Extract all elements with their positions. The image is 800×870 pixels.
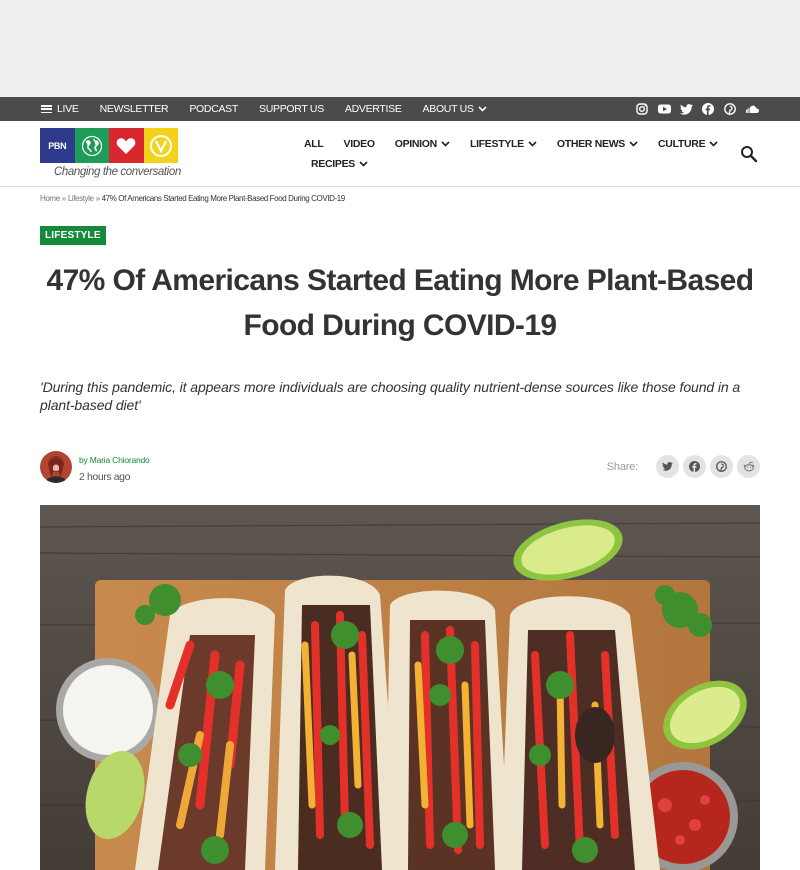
live-label: LIVE (57, 103, 79, 115)
logo-pbn-block: PBN (40, 128, 75, 163)
breadcrumb: Home» Lifestyle» 47% Of Americans Started … (40, 194, 345, 203)
publish-timestamp: 2 hours ago (79, 471, 131, 483)
nav-item-lifestyle-label: LIFESTYLE (469, 137, 524, 150)
nav-item-opinion-label: OPINION (394, 137, 438, 150)
facebook-icon[interactable] (701, 102, 715, 116)
globe-icon (74, 128, 109, 163)
about-us-label: ABOUT US (422, 103, 474, 115)
byline: by Maria Chiorando (79, 455, 150, 465)
author-row: by Maria Chiorando 2 hours ago Share: (40, 451, 760, 485)
top-bar: LIVE NEWSLETTER PODCAST SUPPORT US ADVER… (0, 97, 800, 121)
support-us-link[interactable]: SUPPORT US (259, 103, 324, 115)
nav-item-recipes[interactable]: RECIPES (311, 158, 368, 170)
site-header: PBN Changing the conversation ALL VIDEO … (0, 121, 800, 187)
instagram-icon[interactable] (635, 102, 649, 116)
article-title: 47% Of Americans Started Eating More Pla… (46, 264, 755, 342)
live-menu-button[interactable]: LIVE (41, 103, 79, 115)
podcast-link[interactable]: PODCAST (189, 103, 238, 115)
nav-item-all[interactable]: ALL (304, 138, 324, 150)
nav-item-other-news-label: OTHER NEWS (556, 137, 626, 150)
nav-item-lifestyle[interactable]: LIFESTYLE (470, 138, 537, 150)
breadcrumb-current: 47% Of Americans Started Eating More Pla… (101, 194, 346, 203)
share-reddit-icon[interactable] (737, 455, 760, 478)
share-twitter-icon[interactable] (656, 455, 679, 478)
avatar[interactable] (40, 451, 72, 483)
breadcrumb-separator: » (61, 194, 66, 203)
chevron-down-icon (528, 140, 537, 147)
advertise-link[interactable]: ADVERTISE (345, 103, 402, 115)
chevron-down-icon (629, 140, 638, 147)
top-bar-nav: LIVE NEWSLETTER PODCAST SUPPORT US ADVER… (41, 97, 508, 121)
nav-item-video[interactable]: VIDEO (344, 138, 375, 150)
youtube-icon[interactable] (657, 102, 671, 116)
about-us-menu[interactable]: ABOUT US (423, 103, 487, 115)
nav-item-other-news[interactable]: OTHER NEWS (557, 138, 638, 150)
social-links (627, 97, 759, 121)
vegan-icon (143, 128, 178, 163)
chevron-down-icon (709, 140, 718, 147)
breadcrumb-home-link[interactable]: Home (40, 194, 60, 203)
hero-image (40, 505, 760, 870)
breadcrumb-separator: » (95, 194, 100, 203)
main-navigation: ALL VIDEO OPINION LIFESTYLE OTHER NEWS C… (304, 135, 724, 175)
author-link[interactable]: Maria Chiorando (90, 455, 150, 465)
chevron-down-icon (441, 140, 450, 147)
share-facebook-icon[interactable] (683, 455, 706, 478)
pinterest-icon[interactable] (723, 102, 737, 116)
search-icon[interactable] (740, 145, 758, 163)
share-label: Share: (606, 460, 638, 473)
advertisement-area (0, 0, 800, 97)
hamburger-icon (41, 105, 52, 113)
newsletter-link[interactable]: NEWSLETTER (100, 103, 169, 115)
breadcrumb-section-link[interactable]: Lifestyle (68, 194, 94, 203)
article-deck: 'During this pandemic, it appears more i… (40, 379, 741, 413)
chevron-down-icon (359, 160, 368, 167)
nav-item-recipes-label: RECIPES (311, 157, 355, 170)
nav-item-culture-label: CULTURE (658, 137, 706, 150)
twitter-icon[interactable] (679, 102, 693, 116)
nav-item-opinion[interactable]: OPINION (395, 138, 450, 150)
category-badge[interactable]: LIFESTYLE (40, 226, 106, 245)
share-bar: Share: (607, 455, 760, 478)
site-tagline: Changing the conversation (54, 166, 181, 178)
share-pinterest-icon[interactable] (710, 455, 733, 478)
chevron-down-icon (478, 106, 487, 112)
soundcloud-icon[interactable] (745, 102, 759, 116)
nav-item-culture[interactable]: CULTURE (658, 138, 718, 150)
site-logo[interactable]: PBN (40, 128, 178, 163)
byline-prefix: by (79, 455, 88, 465)
heart-icon (109, 128, 144, 163)
